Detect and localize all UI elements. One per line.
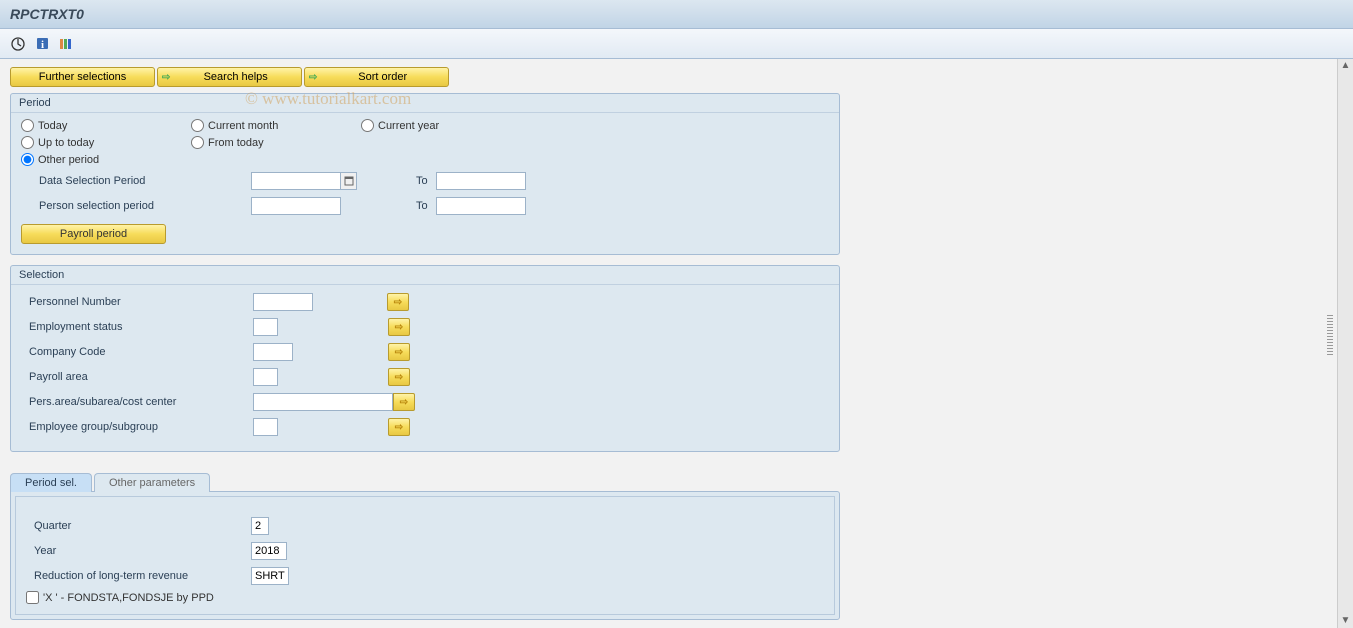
info-icon[interactable]: i [34, 36, 50, 52]
radio-up-to-today[interactable] [21, 136, 34, 149]
reduction-label: Reduction of long-term revenue [26, 570, 251, 582]
arrow-right-icon: ⇨ [162, 72, 170, 83]
tab-content: Quarter Year Reduction of long-term reve… [10, 491, 840, 620]
fondsta-checkbox[interactable] [26, 591, 39, 604]
tab-period-sel[interactable]: Period sel. [10, 473, 92, 492]
arrow-right-icon: ⇨ [395, 347, 403, 358]
date-picker-icon[interactable] [341, 172, 357, 190]
arrow-right-icon: ⇨ [400, 397, 408, 408]
fondsta-label: 'X ' - FONDSTA,FONDSJE by PPD [43, 592, 214, 604]
payroll-area-label: Payroll area [21, 371, 231, 383]
person-selection-period-label: Person selection period [21, 200, 231, 212]
tab-other-params-label: Other parameters [109, 477, 195, 489]
person-selection-period-from[interactable] [251, 197, 341, 215]
period-group-title: Period [11, 94, 839, 113]
data-selection-period-row: Data Selection Period To [21, 170, 829, 192]
quarter-input[interactable] [251, 517, 269, 535]
employment-status-label: Employment status [21, 321, 231, 333]
arrow-right-icon: ⇨ [309, 72, 317, 83]
scroll-down-icon[interactable]: ▼ [1341, 616, 1351, 626]
person-selection-period-row: Person selection period To [21, 195, 829, 217]
scroll-up-icon[interactable]: ▲ [1341, 61, 1351, 71]
title-bar: RPCTRXT0 [0, 0, 1353, 29]
to-label-2: To [391, 200, 436, 212]
employee-group-label: Employee group/subgroup [21, 421, 231, 433]
top-button-row: Further selections ⇨ Search helps ⇨ Sort… [10, 67, 1327, 87]
company-code-multi[interactable]: ⇨ [388, 343, 410, 361]
company-code-label: Company Code [21, 346, 231, 358]
radio-current-year[interactable] [361, 119, 374, 132]
app-title: RPCTRXT0 [10, 6, 84, 22]
person-selection-period-to[interactable] [436, 197, 526, 215]
content-area: © www.tutorialkart.com Further selection… [0, 59, 1353, 628]
period-group: Period Today Current month Current year [10, 93, 840, 255]
payroll-period-label: Payroll period [60, 228, 127, 240]
radio-today-label: Today [38, 120, 67, 132]
selection-group: Selection Personnel Number ⇨ Employment … [10, 265, 840, 452]
radio-from-today[interactable] [191, 136, 204, 149]
arrow-right-icon: ⇨ [395, 372, 403, 383]
radio-other-period[interactable] [21, 153, 34, 166]
sort-order-label: Sort order [325, 71, 440, 83]
selection-group-body: Personnel Number ⇨ Employment status ⇨ C… [11, 285, 839, 451]
arrow-right-icon: ⇨ [395, 322, 403, 333]
employment-status-multi[interactable]: ⇨ [388, 318, 410, 336]
tab-inner: Quarter Year Reduction of long-term reve… [15, 496, 835, 615]
execute-icon[interactable] [10, 36, 26, 52]
search-helps-button[interactable]: ⇨ Search helps [157, 67, 302, 87]
data-selection-period-label: Data Selection Period [21, 175, 231, 187]
personnel-number-multi[interactable]: ⇨ [387, 293, 409, 311]
tab-period-sel-label: Period sel. [25, 477, 77, 489]
further-selections-button[interactable]: Further selections [10, 67, 155, 87]
personnel-number-input[interactable] [253, 293, 313, 311]
further-selections-label: Further selections [39, 71, 126, 83]
radio-row-1: Today Current month Current year [21, 119, 829, 132]
data-selection-period-from[interactable] [251, 172, 341, 190]
personnel-number-label: Personnel Number [21, 296, 231, 308]
radio-today[interactable] [21, 119, 34, 132]
radio-row-3: Other period [21, 153, 829, 166]
to-label-1: To [391, 175, 436, 187]
radio-up-to-today-label: Up to today [38, 137, 94, 149]
tab-strip: Period sel. Other parameters [10, 472, 1327, 491]
radio-current-month-label: Current month [208, 120, 278, 132]
radio-row-2: Up to today From today [21, 136, 829, 149]
radio-from-today-label: From today [208, 137, 264, 149]
radio-other-period-label: Other period [38, 154, 99, 166]
reduction-input[interactable] [251, 567, 289, 585]
pers-area-multi[interactable]: ⇨ [393, 393, 415, 411]
employee-group-input[interactable] [253, 418, 278, 436]
radio-current-month[interactable] [191, 119, 204, 132]
quarter-label: Quarter [26, 520, 251, 532]
variant-icon[interactable] [58, 36, 74, 52]
payroll-area-multi[interactable]: ⇨ [388, 368, 410, 386]
app-toolbar: i [0, 29, 1353, 59]
main-panel: Further selections ⇨ Search helps ⇨ Sort… [0, 59, 1337, 628]
search-helps-label: Search helps [178, 71, 293, 83]
selection-group-title: Selection [11, 266, 839, 285]
payroll-area-input[interactable] [253, 368, 278, 386]
vertical-scrollbar[interactable]: ▲ ▼ [1337, 59, 1353, 628]
company-code-input[interactable] [253, 343, 293, 361]
svg-text:i: i [40, 39, 43, 51]
pers-area-input[interactable] [253, 393, 393, 411]
tab-other-params[interactable]: Other parameters [94, 473, 210, 492]
pers-area-label: Pers.area/subarea/cost center [21, 396, 231, 408]
data-selection-period-to[interactable] [436, 172, 526, 190]
period-group-body: Today Current month Current year Up to t… [11, 113, 839, 254]
payroll-period-button[interactable]: Payroll period [21, 224, 166, 244]
year-label: Year [26, 545, 251, 557]
sort-order-button[interactable]: ⇨ Sort order [304, 67, 449, 87]
arrow-right-icon: ⇨ [395, 422, 403, 433]
arrow-right-icon: ⇨ [394, 297, 402, 308]
year-input[interactable] [251, 542, 287, 560]
radio-current-year-label: Current year [378, 120, 439, 132]
drag-handle-icon[interactable] [1327, 315, 1333, 355]
employment-status-input[interactable] [253, 318, 278, 336]
employee-group-multi[interactable]: ⇨ [388, 418, 410, 436]
